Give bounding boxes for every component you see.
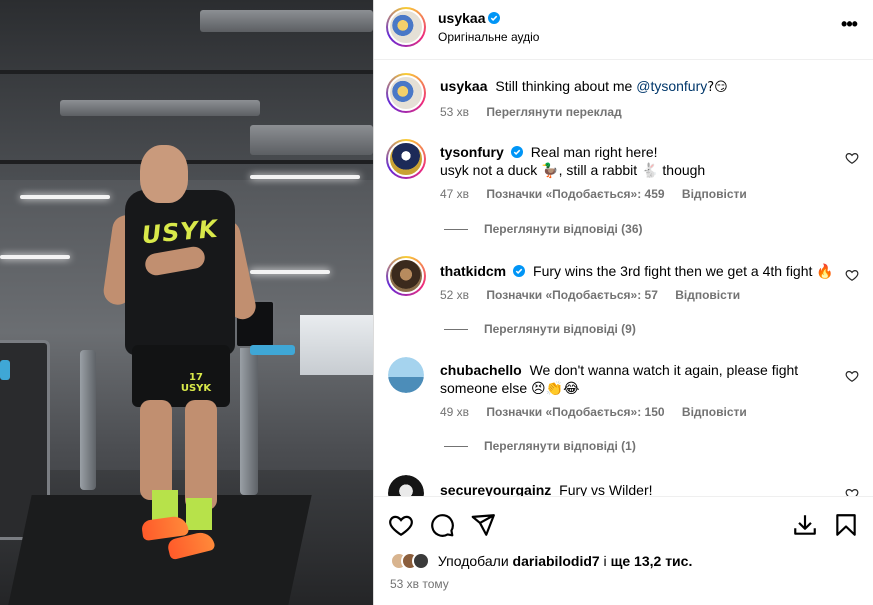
caption-body: Still thinking about me: [495, 78, 637, 94]
comment-username[interactable]: tysonfury: [440, 144, 504, 160]
comment-line: someone else 😣👏😂: [440, 380, 580, 396]
heart-icon[interactable]: [845, 268, 859, 282]
view-replies-label: Переглянути відповіді (9): [484, 322, 636, 336]
ceiling-light: [20, 195, 110, 199]
comment-line: Fury vs Wilder!: [559, 482, 653, 496]
liked-by-suffix: і: [599, 553, 611, 569]
treadmill-accent: [0, 360, 10, 380]
translate-link[interactable]: Переглянути переклад: [486, 105, 621, 119]
comment-text: thatkidcm Fury wins the 3rd fight then w…: [440, 262, 836, 280]
likes-count[interactable]: ще 13,2 тис.: [611, 553, 693, 569]
post-video[interactable]: USYK 17 USYK: [0, 0, 373, 605]
reply-button[interactable]: Відповісти: [675, 288, 740, 302]
gym-window: [300, 315, 373, 375]
caption-suffix: ?😏: [707, 80, 728, 95]
post-header: usykaa Оригінальне аудіо •••: [374, 0, 873, 60]
post-panel: usykaa Оригінальне аудіо ••• usykaa Stil…: [374, 0, 873, 605]
heart-icon[interactable]: [845, 151, 859, 165]
liked-by-prefix: Уподобали: [437, 553, 513, 569]
leg: [140, 400, 172, 500]
view-replies[interactable]: Переглянути відповіді (9): [444, 322, 636, 336]
download-icon[interactable]: [792, 512, 818, 538]
heart-icon[interactable]: [845, 487, 859, 496]
caption-text: usykaa Still thinking about me @tysonfur…: [440, 77, 836, 97]
share-icon[interactable]: [470, 512, 496, 538]
verified-icon: [488, 12, 501, 24]
bookmark-icon[interactable]: [833, 512, 859, 538]
comment-line: Fury wins the 3rd fight then we get a 4t…: [533, 263, 834, 279]
comments-list[interactable]: usykaa Still thinking about me @tysonfur…: [374, 61, 873, 496]
avatar[interactable]: [388, 357, 424, 393]
ceiling-light: [0, 255, 70, 259]
sock: [186, 498, 212, 530]
ceiling-duct: [200, 10, 373, 32]
comment-icon[interactable]: [429, 512, 455, 538]
liked-by: Уподобали dariabilodid7 і ще 13,2 тис.: [390, 552, 692, 570]
comment-text: chubachello We don't wanna watch it agai…: [440, 361, 836, 397]
comment-text: secureyourgainz Fury vs Wilder!: [440, 481, 836, 496]
liked-by-user[interactable]: dariabilodid7: [513, 553, 600, 569]
view-replies[interactable]: Переглянути відповіді (36): [444, 222, 643, 236]
avatar[interactable]: [386, 73, 426, 113]
ceiling-duct: [250, 125, 373, 155]
more-icon[interactable]: •••: [837, 15, 861, 38]
reply-button[interactable]: Відповісти: [682, 187, 747, 201]
comment-likes[interactable]: Позначки «Подобається»: 459: [486, 187, 664, 201]
comment-username[interactable]: secureyourgainz: [440, 482, 551, 496]
heart-icon[interactable]: [388, 512, 414, 538]
comment-likes[interactable]: Позначки «Подобається»: 57: [486, 288, 657, 302]
comment-username[interactable]: chubachello: [440, 362, 522, 378]
comment-time[interactable]: 47 хв: [440, 187, 469, 201]
avatar[interactable]: [388, 475, 424, 496]
caption-time[interactable]: 53 хв: [440, 105, 469, 119]
comment-likes[interactable]: Позначки «Подобається»: 150: [486, 405, 664, 419]
avatar[interactable]: [386, 7, 426, 47]
comment-meta: 47 хв Позначки «Подобається»: 459 Відпов…: [440, 187, 761, 201]
comment-meta: 49 хв Позначки «Подобається»: 150 Відпов…: [440, 405, 761, 419]
heart-icon[interactable]: [845, 369, 859, 383]
ceiling-beam: [0, 70, 373, 74]
comment-meta: 52 хв Позначки «Подобається»: 57 Відпові…: [440, 288, 754, 302]
avatar[interactable]: [386, 139, 426, 179]
avatar[interactable]: [386, 256, 426, 296]
comment-line: We don't wanna watch it again, please fi…: [529, 362, 799, 378]
post-actions: Уподобали dariabilodid7 і ще 13,2 тис. 5…: [374, 496, 873, 605]
treadmill-rail: [80, 350, 96, 490]
comment-time[interactable]: 52 хв: [440, 288, 469, 302]
comment-text: tysonfury Real man right here! usyk not …: [440, 143, 836, 179]
liker-avatar[interactable]: [412, 552, 430, 570]
comment-username[interactable]: thatkidcm: [440, 263, 506, 279]
audio-label[interactable]: Оригінальне аудіо: [438, 30, 539, 44]
comment-line: usyk not a duck 🦆, still a rabbit 🐇 thou…: [440, 162, 706, 178]
author-username[interactable]: usykaa: [438, 10, 485, 26]
treadmill-rail: [240, 345, 258, 495]
caption-username[interactable]: usykaa: [440, 78, 487, 94]
post-author: usykaa: [438, 10, 501, 28]
comment-line: Real man right here!: [530, 144, 658, 160]
comment-time[interactable]: 49 хв: [440, 405, 469, 419]
caption-meta: 53 хв Переглянути переклад: [440, 105, 636, 119]
leg: [185, 400, 217, 510]
ceiling-duct: [60, 100, 260, 116]
head: [140, 145, 188, 203]
treadmill-accent: [250, 345, 295, 355]
verified-icon: [513, 265, 526, 277]
view-replies-label: Переглянути відповіді (1): [484, 439, 636, 453]
ceiling-light: [250, 175, 360, 179]
reply-button[interactable]: Відповісти: [682, 405, 747, 419]
liked-by-text: Уподобали dariabilodid7 і ще 13,2 тис.: [438, 553, 692, 569]
ceiling-light: [250, 270, 330, 274]
shorts-logo: 17 USYK: [180, 372, 212, 394]
view-replies-label: Переглянути відповіді (36): [484, 222, 643, 236]
view-replies[interactable]: Переглянути відповіді (1): [444, 439, 636, 453]
verified-icon: [510, 146, 523, 158]
post-timestamp[interactable]: 53 хв тому: [390, 577, 449, 591]
caption-mention[interactable]: @tysonfury: [636, 78, 707, 94]
